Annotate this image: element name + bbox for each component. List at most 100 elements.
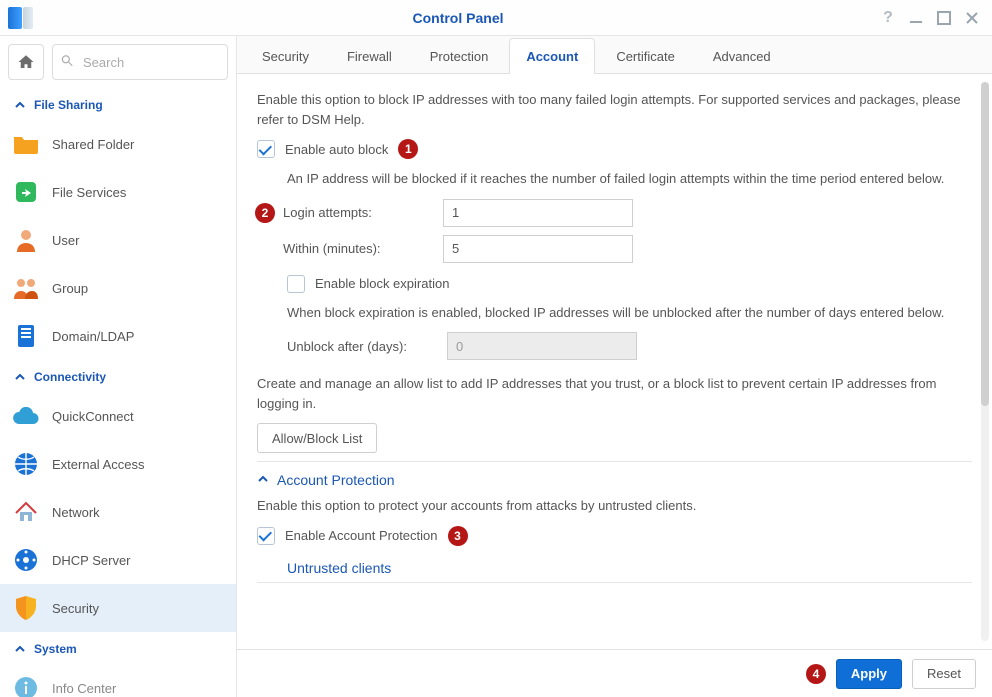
window-title: Control Panel [36, 10, 880, 26]
allow-block-list-button[interactable]: Allow/Block List [257, 423, 377, 453]
tab-certificate[interactable]: Certificate [599, 38, 692, 74]
tab-account[interactable]: Account [509, 38, 595, 74]
tab-label: Certificate [616, 49, 675, 64]
sidebar-item-shared-folder[interactable]: Shared Folder [0, 120, 236, 168]
tab-label: Firewall [347, 49, 392, 64]
sidebar-item-label: Network [52, 505, 100, 520]
untrusted-clients-heading: Untrusted clients [257, 556, 972, 583]
section-file-sharing[interactable]: File Sharing [0, 88, 236, 120]
reset-button[interactable]: Reset [912, 659, 976, 689]
auto-block-desc: An IP address will be blocked if it reac… [287, 169, 972, 189]
window-controls: ? [880, 10, 984, 26]
chevron-up-icon [257, 472, 269, 488]
callout-4: 4 [806, 664, 826, 684]
within-minutes-input[interactable] [443, 235, 633, 263]
sidebar-item-label: Group [52, 281, 88, 296]
sidebar-item-domain-ldap[interactable]: Domain/LDAP [0, 312, 236, 360]
domain-ldap-icon [12, 322, 40, 350]
network-icon [12, 498, 40, 526]
sidebar-item-security[interactable]: Security [0, 584, 236, 632]
title-bar: Control Panel ? [0, 0, 992, 36]
sidebar-item-label: Security [52, 601, 99, 616]
chevron-up-icon [14, 99, 26, 111]
tab-advanced[interactable]: Advanced [696, 38, 788, 74]
content-area: Security Firewall Protection Account Cer… [237, 36, 992, 697]
footer-bar: 4 Apply Reset [237, 649, 992, 697]
intro-text: Enable this option to block IP addresses… [257, 90, 972, 129]
sidebar-item-network[interactable]: Network [0, 488, 236, 536]
home-button[interactable] [8, 44, 44, 80]
help-button[interactable]: ? [880, 10, 896, 26]
block-expiration-desc: When block expiration is enabled, blocke… [287, 303, 972, 323]
callout-1: 1 [398, 139, 418, 159]
sidebar-item-label: DHCP Server [52, 553, 131, 568]
tab-label: Security [262, 49, 309, 64]
sidebar-item-group[interactable]: Group [0, 264, 236, 312]
tab-security[interactable]: Security [245, 38, 326, 74]
login-attempts-input[interactable] [443, 199, 633, 227]
section-title-text: Account Protection [277, 472, 395, 488]
sidebar-item-label: Domain/LDAP [52, 329, 134, 344]
within-minutes-label: Within (minutes): [283, 241, 443, 256]
account-protection-section-header[interactable]: Account Protection [257, 461, 972, 496]
callout-2: 2 [255, 203, 275, 223]
maximize-button[interactable] [936, 10, 952, 26]
chevron-up-icon [14, 643, 26, 655]
user-icon [12, 226, 40, 254]
shared-folder-icon [12, 130, 40, 158]
sidebar-item-external-access[interactable]: External Access [0, 440, 236, 488]
quickconnect-icon [12, 402, 40, 430]
account-protection-desc: Enable this option to protect your accou… [257, 496, 972, 516]
shield-icon [12, 594, 40, 622]
tab-protection[interactable]: Protection [413, 38, 506, 74]
enable-account-protection-label: Enable Account Protection [285, 528, 438, 543]
sidebar-item-quickconnect[interactable]: QuickConnect [0, 392, 236, 440]
sidebar-item-label: External Access [52, 457, 145, 472]
sidebar: File Sharing Shared Folder File Services… [0, 36, 237, 697]
dhcp-server-icon [12, 546, 40, 574]
allowblock-desc: Create and manage an allow list to add I… [257, 374, 972, 413]
login-attempts-label: Login attempts: [283, 205, 443, 220]
section-label: File Sharing [34, 98, 103, 112]
sidebar-item-user[interactable]: User [0, 216, 236, 264]
tab-label: Protection [430, 49, 489, 64]
info-center-icon [12, 674, 40, 697]
enable-block-expiration-checkbox[interactable] [287, 275, 305, 293]
section-label: System [34, 642, 77, 656]
enable-auto-block-checkbox[interactable] [257, 140, 275, 158]
button-label: Allow/Block List [272, 431, 362, 446]
sidebar-item-label: Shared Folder [52, 137, 134, 152]
chevron-up-icon [14, 371, 26, 383]
home-icon [17, 53, 35, 71]
close-button[interactable] [964, 10, 980, 26]
sidebar-item-label: File Services [52, 185, 126, 200]
sidebar-item-info-center[interactable]: Info Center [0, 664, 236, 697]
external-access-icon [12, 450, 40, 478]
tab-label: Advanced [713, 49, 771, 64]
sidebar-item-dhcp-server[interactable]: DHCP Server [0, 536, 236, 584]
settings-pane: Enable this option to block IP addresses… [237, 74, 992, 649]
callout-3: 3 [448, 526, 468, 546]
enable-auto-block-label: Enable auto block [285, 142, 388, 157]
sidebar-item-label: QuickConnect [52, 409, 134, 424]
tab-bar: Security Firewall Protection Account Cer… [237, 36, 992, 74]
enable-account-protection-checkbox[interactable] [257, 527, 275, 545]
minimize-button[interactable] [908, 10, 924, 26]
section-connectivity[interactable]: Connectivity [0, 360, 236, 392]
search-input[interactable] [52, 44, 228, 80]
app-icon [4, 2, 36, 34]
tab-firewall[interactable]: Firewall [330, 38, 409, 74]
sidebar-item-label: Info Center [52, 681, 116, 696]
tab-label: Account [526, 49, 578, 64]
button-label: Apply [851, 666, 887, 681]
file-services-icon [12, 178, 40, 206]
apply-button[interactable]: Apply [836, 659, 902, 689]
enable-block-expiration-label: Enable block expiration [315, 276, 449, 291]
sidebar-item-label: User [52, 233, 79, 248]
unblock-after-label: Unblock after (days): [287, 339, 447, 354]
section-label: Connectivity [34, 370, 106, 384]
group-icon [12, 274, 40, 302]
unblock-after-input [447, 332, 637, 360]
sidebar-item-file-services[interactable]: File Services [0, 168, 236, 216]
section-system[interactable]: System [0, 632, 236, 664]
